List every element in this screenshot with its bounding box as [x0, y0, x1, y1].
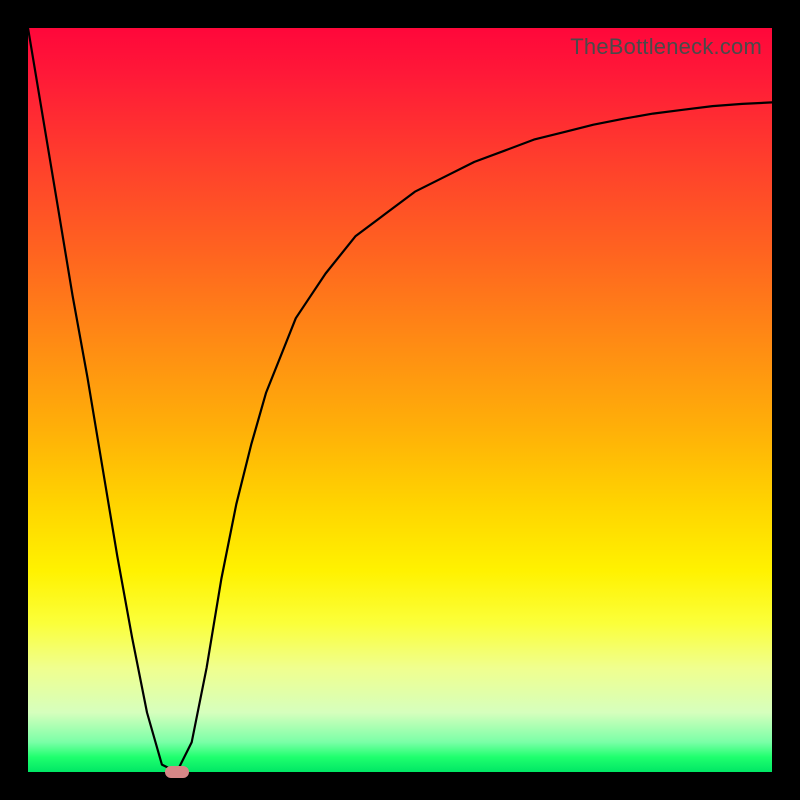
chart-frame: TheBottleneck.com — [0, 0, 800, 800]
curve-svg — [28, 28, 772, 772]
plot-area: TheBottleneck.com — [28, 28, 772, 772]
optimum-marker — [165, 766, 189, 778]
bottleneck-curve — [28, 28, 772, 772]
